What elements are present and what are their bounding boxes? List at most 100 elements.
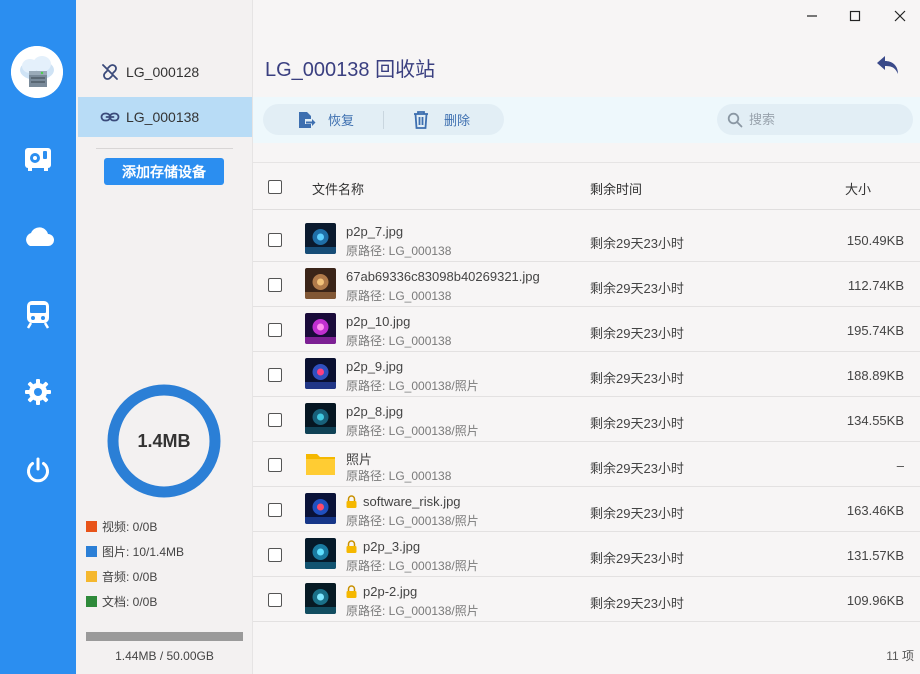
back-button[interactable] [873, 52, 903, 78]
file-name: 67ab69336c83098b40269321.jpg [346, 269, 540, 284]
device-label: LG_000128 [126, 64, 200, 80]
remaining-time: 剩余29天23小时 [590, 596, 684, 611]
legend-image: 图片: 10/1.4MB [86, 539, 246, 564]
remaining-time: 剩余29天23小时 [590, 236, 684, 251]
nav-rail [0, 0, 76, 674]
lock-icon [346, 495, 357, 508]
file-name-text: p2p_8.jpg [346, 404, 404, 419]
delete-button[interactable]: 删除 [412, 104, 470, 135]
original-path: 原路径: LG_000138/照片 [346, 424, 479, 438]
lock-icon [346, 540, 357, 553]
original-path: 原路径: LG_000138/照片 [346, 559, 479, 573]
file-name: p2p_8.jpg [346, 404, 403, 419]
legend-swatch [86, 546, 97, 557]
original-path: 原路径: LG_000138/照片 [346, 604, 479, 618]
legend-label: 文档: 0/0B [102, 595, 158, 609]
row-checkbox[interactable] [268, 503, 282, 517]
capacity-bar [86, 632, 243, 641]
row-checkbox[interactable] [268, 233, 282, 247]
legend-swatch [86, 571, 97, 582]
link-icon [100, 107, 120, 127]
divider [383, 111, 384, 129]
file-name-text: 照片 [346, 452, 373, 467]
image-thumbnail [305, 493, 336, 524]
table-row[interactable]: software_risk.jpg 原路径: LG_000138/照片 剩余29天2… [253, 487, 920, 532]
legend-video: 视频: 0/0B [86, 514, 246, 539]
file-name: p2p_9.jpg [346, 359, 403, 374]
original-path: 原路径: LG_000138 [346, 289, 452, 303]
table-row[interactable]: p2p-2.jpg 原路径: LG_000138/照片 剩余29天23小时 109.9… [253, 577, 920, 622]
remaining-time: 剩余29天23小时 [590, 416, 684, 431]
row-checkbox[interactable] [268, 413, 282, 427]
restore-label: 恢复 [328, 113, 355, 128]
select-all-checkbox[interactable] [268, 180, 282, 194]
file-name-text: p2p_9.jpg [346, 359, 404, 374]
table-row[interactable]: p2p_3.jpg 原路径: LG_000138/照片 剩余29天23小时 131.5… [253, 532, 920, 577]
image-thumbnail [305, 358, 336, 389]
restore-file-icon [299, 111, 316, 128]
table-row[interactable]: p2p_8.jpg 原路径: LG_000138/照片 剩余29天23小时 134.5… [253, 397, 920, 442]
search-box[interactable] [717, 104, 913, 135]
cloud-icon[interactable] [20, 218, 56, 254]
undo-arrow-icon [877, 56, 898, 74]
column-size[interactable]: 大小 [845, 179, 871, 198]
row-checkbox[interactable] [268, 323, 282, 337]
image-thumbnail [305, 538, 336, 569]
device-item-lg000138[interactable]: LG_000138 [78, 97, 252, 137]
close-icon[interactable] [888, 4, 912, 28]
add-storage-device-button[interactable]: 添加存储设备 [104, 158, 224, 185]
device-item-lg000128[interactable]: LG_000128 [78, 52, 252, 92]
file-size: 109.96KB [846, 593, 904, 608]
table-row[interactable]: p2p_10.jpg 原路径: LG_000138 剩余29天23小时 195.74K… [253, 307, 920, 352]
table-row[interactable]: 67ab69336c83098b40269321.jpg 原路径: LG_0001… [253, 262, 920, 307]
remaining-time: 剩余29天23小时 [590, 551, 684, 566]
original-path: 原路径: LG_000138/照片 [346, 514, 479, 528]
column-remaining[interactable]: 剩余时间 [590, 179, 642, 198]
gear-icon[interactable] [20, 374, 56, 410]
row-checkbox[interactable] [268, 548, 282, 562]
usage-legend: 视频: 0/0B 图片: 10/1.4MB 音频: 0/0B 文档: 0/0B [86, 514, 246, 614]
trash-icon [414, 110, 428, 129]
file-name-text: p2p_3.jpg [363, 539, 421, 554]
image-thumbnail [305, 403, 336, 434]
action-group: 恢复 删除 [263, 104, 504, 135]
row-checkbox[interactable] [268, 278, 282, 292]
file-name: p2p_7.jpg [346, 224, 403, 239]
row-checkbox[interactable] [268, 593, 282, 607]
folder-icon [305, 448, 336, 479]
original-path: 原路径: LG_000138/照片 [346, 379, 479, 393]
file-name: p2p_10.jpg [346, 314, 410, 329]
file-size: 150.49KB [846, 233, 904, 248]
image-thumbnail [305, 313, 336, 344]
file-list: p2p_7.jpg 原路径: LG_000138 剩余29天23小时 150.49KB… [253, 217, 920, 622]
column-name[interactable]: 文件名称 [312, 179, 364, 198]
legend-document: 文档: 0/0B [86, 589, 246, 614]
remaining-time: 剩余29天23小时 [590, 371, 684, 386]
legend-swatch [86, 521, 97, 532]
minimize-icon[interactable] [800, 4, 824, 28]
remaining-time: 剩余29天23小时 [590, 461, 684, 476]
row-checkbox[interactable] [268, 368, 282, 382]
file-size: 163.46KB [846, 503, 904, 518]
original-path: 原路径: LG_000138 [346, 469, 452, 483]
table-row[interactable]: p2p_7.jpg 原路径: LG_000138 剩余29天23小时 150.49KB [253, 217, 920, 262]
legend-label: 图片: 10/1.4MB [102, 545, 185, 559]
image-thumbnail [305, 583, 336, 614]
table-row[interactable]: 照片 原路径: LG_000138 剩余29天23小时 – [253, 442, 920, 487]
row-checkbox[interactable] [268, 458, 282, 472]
legend-label: 视频: 0/0B [102, 520, 158, 534]
restore-button[interactable]: 恢复 [296, 104, 354, 135]
delete-label: 删除 [444, 113, 471, 128]
search-input[interactable] [749, 112, 899, 127]
power-icon[interactable] [20, 452, 56, 488]
original-path: 原路径: LG_000138 [346, 334, 452, 348]
maximize-icon[interactable] [843, 4, 867, 28]
legend-audio: 音频: 0/0B [86, 564, 246, 589]
file-name: p2p_3.jpg [346, 539, 420, 554]
file-name-text: p2p-2.jpg [363, 584, 418, 599]
file-size: 112.74KB [847, 278, 904, 293]
train-icon[interactable] [20, 296, 56, 332]
storage-device-icon[interactable] [20, 140, 56, 176]
table-row[interactable]: p2p_9.jpg 原路径: LG_000138/照片 剩余29天23小时 188.8… [253, 352, 920, 397]
file-name-text: software_risk.jpg [363, 494, 461, 509]
